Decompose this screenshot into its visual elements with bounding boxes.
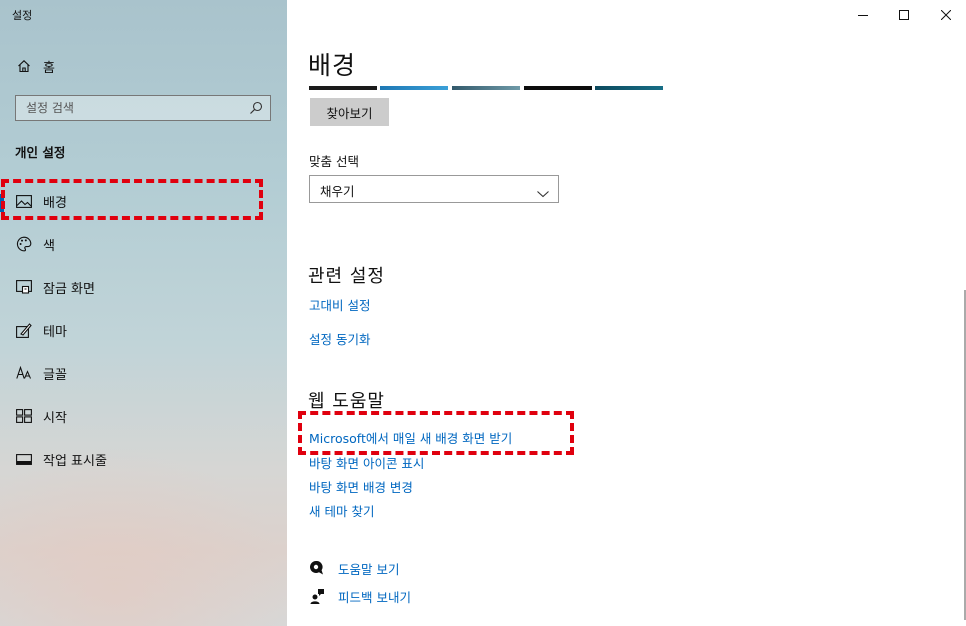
sidebar-item-label: 홈 (43, 60, 55, 76)
maximize-icon (899, 10, 909, 20)
theme-icon (15, 321, 33, 339)
taskbar-icon (15, 450, 33, 468)
change-background-link[interactable]: 바탕 화면 배경 변경 (309, 477, 413, 496)
maximize-button[interactable] (881, 0, 927, 30)
recent-image-thumbnail[interactable] (524, 86, 592, 90)
minimize-icon (858, 15, 868, 16)
sidebar-item-start[interactable]: 시작 (0, 398, 287, 434)
fit-label: 맞춤 선택 (309, 154, 359, 169)
get-help-link[interactable]: 도움말 보기 (309, 558, 399, 578)
sidebar-item-label: 시작 (43, 410, 67, 426)
sidebar-item-taskbar[interactable]: 작업 표시줄 (0, 441, 287, 477)
fit-dropdown[interactable]: 채우기 (309, 175, 559, 203)
find-themes-link[interactable]: 새 테마 찾기 (309, 501, 374, 520)
daily-wallpaper-link[interactable]: Microsoft에서 매일 새 배경 화면 받기 (309, 428, 512, 447)
sidebar-item-theme[interactable]: 테마 (0, 312, 287, 348)
get-help-label: 도움말 보기 (338, 561, 400, 577)
sidebar-item-label: 잠금 화면 (43, 281, 95, 297)
fit-dropdown-value: 채우기 (320, 184, 355, 199)
sidebar-item-background[interactable]: 배경 (0, 183, 287, 219)
high-contrast-link[interactable]: 고대비 설정 (309, 295, 370, 314)
recent-image-thumbnail[interactable] (452, 86, 520, 90)
desktop-icons-link[interactable]: 바탕 화면 아이콘 표시 (309, 453, 424, 472)
search-box[interactable] (15, 95, 271, 121)
sync-settings-link[interactable]: 설정 동기화 (309, 329, 370, 348)
chevron-down-icon (537, 184, 549, 198)
lock-screen-icon (15, 278, 33, 296)
sidebar-item-label: 배경 (43, 195, 67, 211)
sidebar-item-lock-screen[interactable]: 잠금 화면 (0, 269, 287, 305)
feedback-icon (309, 588, 325, 604)
sidebar-item-color[interactable]: 색 (0, 226, 287, 262)
section-heading: 개인 설정 (15, 145, 66, 160)
page-title: 배경 (308, 51, 357, 80)
sidebar-item-label: 색 (43, 238, 55, 254)
search-icon[interactable] (248, 100, 264, 116)
help-chat-icon (309, 560, 325, 576)
sidebar: 설정 홈 개인 설정 배경 색 (0, 0, 287, 626)
home-icon (15, 57, 33, 75)
recent-image-thumbnail[interactable] (595, 86, 663, 90)
related-settings-heading: 관련 설정 (308, 266, 385, 287)
selection-indicator (0, 194, 4, 212)
web-help-heading: 웹 도움말 (308, 391, 385, 412)
settings-window: 설정 홈 개인 설정 배경 색 (0, 0, 966, 626)
app-title: 설정 (12, 9, 33, 22)
search-input[interactable] (16, 96, 246, 120)
image-icon (15, 192, 33, 210)
browse-button[interactable]: 찾아보기 (310, 98, 389, 126)
sidebar-item-label: 글꼴 (43, 367, 67, 383)
minimize-button[interactable] (840, 0, 886, 30)
close-button[interactable] (923, 0, 966, 30)
close-icon (941, 10, 951, 20)
feedback-link[interactable]: 피드백 보내기 (309, 586, 411, 606)
sidebar-item-label: 테마 (43, 324, 67, 340)
sidebar-item-font[interactable]: 글꼴 (0, 355, 287, 391)
font-icon (15, 364, 33, 382)
start-icon (15, 407, 33, 425)
recent-image-thumbnail[interactable] (380, 86, 448, 90)
main-content: 배경 찾아보기 맞춤 선택 채우기 관련 설정 고대비 설정 설정 동기화 웹 … (287, 0, 966, 626)
feedback-label: 피드백 보내기 (338, 589, 411, 605)
sidebar-item-label: 작업 표시줄 (43, 453, 107, 469)
sidebar-item-home[interactable]: 홈 (0, 48, 287, 84)
recent-image-thumbnail[interactable] (309, 86, 377, 90)
palette-icon (15, 235, 33, 253)
